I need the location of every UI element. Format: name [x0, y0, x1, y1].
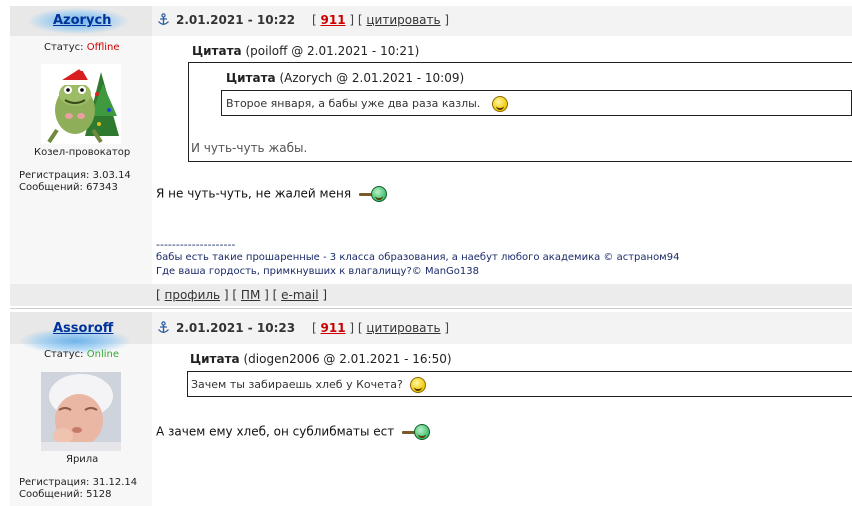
post2-rank: Ярила: [66, 454, 99, 465]
signature-line-1: бабы есть такие прошаренные - 3 класса о…: [156, 252, 680, 263]
post1-avatar: [41, 64, 121, 144]
status-value: Offline: [86, 42, 120, 53]
post2-header-actions: [ 911 ] [ цитировать ]: [312, 321, 450, 335]
status-label: Статус:: [44, 349, 84, 360]
status-value: Online: [86, 349, 119, 360]
post2-quote-text: Зачем ты забираешь хлеб у Кочета?: [191, 377, 427, 393]
post2-quote-title: Цитата (diogen2006 @ 2.01.2021 - 16:50): [190, 352, 452, 366]
smile-icon: [491, 96, 508, 112]
signature-separator: --------------------: [156, 238, 236, 251]
post1-footer-bar: [10, 284, 852, 306]
post2-status: Статус: Online: [44, 349, 119, 360]
post1-nested-quote-title: Цитата (Azorych @ 2.01.2021 - 10:09): [226, 71, 465, 85]
post1-status: Статус: Offline: [44, 42, 120, 53]
post1-messages: Сообщений: 67343: [19, 182, 118, 193]
anchor-icon[interactable]: [157, 13, 170, 26]
post2-datetime: 2.01.2021 - 10:23: [176, 321, 296, 335]
post2-number-link[interactable]: 911: [321, 321, 346, 335]
post2-messages: Сообщений: 5128: [19, 489, 112, 500]
post2-registration: Регистрация: 31.12.14: [19, 477, 138, 488]
post1-nested-quote-text: Второе января, а бабы уже два раза казлы…: [226, 96, 508, 112]
profile-link[interactable]: профиль: [165, 288, 221, 302]
smoking-smiley-icon: [402, 424, 431, 440]
post1-rank: Козел-провокатор: [34, 147, 131, 158]
post2-avatar: [41, 372, 121, 451]
smoking-smiley-icon: [358, 186, 387, 202]
email-link[interactable]: e-mail: [281, 288, 318, 302]
post1-registration: Регистрация: 3.03.14: [19, 170, 131, 181]
post2-quote-button[interactable]: цитировать: [366, 321, 440, 335]
post1-quote-button[interactable]: цитировать: [366, 13, 440, 27]
post1-header-actions: [ 911 ] [ цитировать ]: [312, 13, 450, 27]
smile-icon: [410, 377, 427, 393]
post-separator: [10, 308, 852, 309]
anchor-icon[interactable]: [157, 321, 170, 334]
post1-username-link[interactable]: Azorych: [53, 13, 111, 28]
signature-line-2: Где ваша гордость, примкнувших к влагали…: [156, 266, 479, 277]
post1-quote-title: Цитата (poiloff @ 2.01.2021 - 10:21): [192, 44, 420, 58]
post1-number-link[interactable]: 911: [321, 13, 346, 27]
post2-username-link[interactable]: Assoroff: [53, 321, 113, 336]
pm-link[interactable]: ПМ: [241, 288, 260, 302]
post1-message: Я не чуть-чуть, не жалей меня: [156, 186, 387, 202]
status-label: Статус:: [44, 42, 84, 53]
post2-message: А зачем ему хлеб, он сублибматы ест: [156, 424, 431, 440]
post1-footer-links: [ профиль ] [ ПМ ] [ e-mail ]: [156, 288, 328, 302]
post1-datetime: 2.01.2021 - 10:22: [176, 13, 296, 27]
post1-quote-text: И чуть-чуть жабы.: [191, 141, 308, 155]
